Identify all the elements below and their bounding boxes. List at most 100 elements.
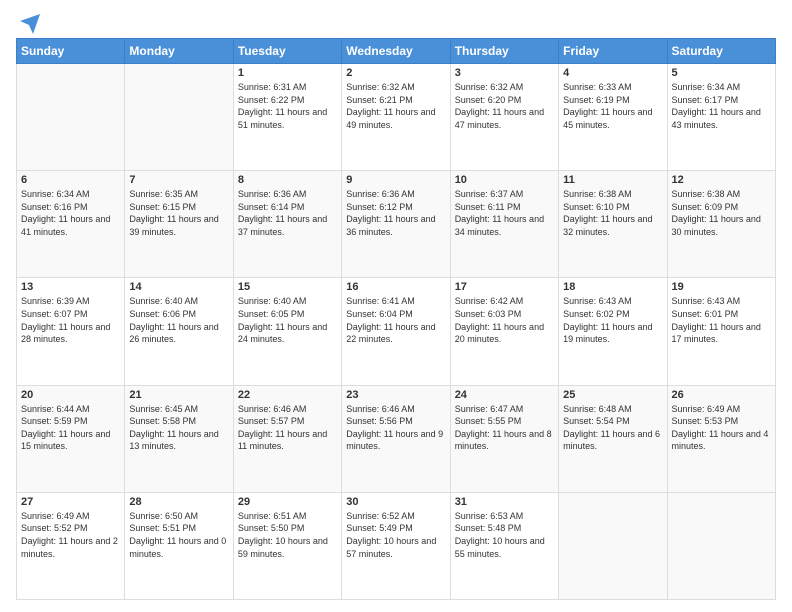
day-number: 5 <box>672 67 771 79</box>
day-info: Sunrise: 6:46 AMSunset: 5:57 PMDaylight:… <box>238 403 337 453</box>
day-info: Sunrise: 6:40 AMSunset: 6:06 PMDaylight:… <box>129 295 228 345</box>
page: SundayMondayTuesdayWednesdayThursdayFrid… <box>0 0 792 612</box>
day-info: Sunrise: 6:42 AMSunset: 6:03 PMDaylight:… <box>455 295 554 345</box>
day-info: Sunrise: 6:44 AMSunset: 5:59 PMDaylight:… <box>21 403 120 453</box>
calendar-day-cell <box>559 492 667 599</box>
calendar-day-cell <box>125 64 233 171</box>
day-number: 27 <box>21 496 120 508</box>
calendar-table: SundayMondayTuesdayWednesdayThursdayFrid… <box>16 38 776 600</box>
day-number: 21 <box>129 389 228 401</box>
day-info: Sunrise: 6:38 AMSunset: 6:10 PMDaylight:… <box>563 188 662 238</box>
weekday-header-monday: Monday <box>125 39 233 64</box>
calendar-day-cell: 17 Sunrise: 6:42 AMSunset: 6:03 PMDayligh… <box>450 278 558 385</box>
calendar-day-cell: 5 Sunrise: 6:34 AMSunset: 6:17 PMDaylight… <box>667 64 775 171</box>
day-number: 15 <box>238 281 337 293</box>
calendar-day-cell: 4 Sunrise: 6:33 AMSunset: 6:19 PMDaylight… <box>559 64 667 171</box>
calendar-day-cell: 18 Sunrise: 6:43 AMSunset: 6:02 PMDayligh… <box>559 278 667 385</box>
day-info: Sunrise: 6:32 AMSunset: 6:20 PMDaylight:… <box>455 81 554 131</box>
day-info: Sunrise: 6:50 AMSunset: 5:51 PMDaylight:… <box>129 510 228 560</box>
calendar-day-cell: 23Sunrise: 6:46 AMSunset: 5:56 PMDayligh… <box>342 385 450 492</box>
day-number: 10 <box>455 174 554 186</box>
day-number: 19 <box>672 281 771 293</box>
calendar-day-cell: 15 Sunrise: 6:40 AMSunset: 6:05 PMDayligh… <box>233 278 341 385</box>
calendar-day-cell: 19 Sunrise: 6:43 AMSunset: 6:01 PMDayligh… <box>667 278 775 385</box>
day-number: 17 <box>455 281 554 293</box>
day-info: Sunrise: 6:39 AMSunset: 6:07 PMDaylight:… <box>21 295 120 345</box>
calendar-day-cell: 30 Sunrise: 6:52 AMSunset: 5:49 PMDayligh… <box>342 492 450 599</box>
calendar-week-row: 20 Sunrise: 6:44 AMSunset: 5:59 PMDayligh… <box>17 385 776 492</box>
calendar-day-cell: 3 Sunrise: 6:32 AMSunset: 6:20 PMDaylight… <box>450 64 558 171</box>
weekday-header-saturday: Saturday <box>667 39 775 64</box>
day-info: Sunrise: 6:37 AMSunset: 6:11 PMDaylight:… <box>455 188 554 238</box>
day-info: Sunrise: 6:53 AMSunset: 5:48 PMDaylight:… <box>455 510 554 560</box>
header <box>16 12 776 32</box>
calendar-day-cell: 22 Sunrise: 6:46 AMSunset: 5:57 PMDayligh… <box>233 385 341 492</box>
day-info: Sunrise: 6:43 AMSunset: 6:02 PMDaylight:… <box>563 295 662 345</box>
day-number: 4 <box>563 67 662 79</box>
day-number: 22 <box>238 389 337 401</box>
calendar-day-cell: 8 Sunrise: 6:36 AMSunset: 6:14 PMDaylight… <box>233 171 341 278</box>
weekday-header-sunday: Sunday <box>17 39 125 64</box>
day-number: 30 <box>346 496 445 508</box>
logo <box>16 12 42 32</box>
day-info: Sunrise: 6:48 AMSunset: 5:54 PMDaylight:… <box>563 403 662 453</box>
calendar-day-cell: 20 Sunrise: 6:44 AMSunset: 5:59 PMDayligh… <box>17 385 125 492</box>
weekday-header-row: SundayMondayTuesdayWednesdayThursdayFrid… <box>17 39 776 64</box>
day-number: 13 <box>21 281 120 293</box>
day-info: Sunrise: 6:34 AMSunset: 6:16 PMDaylight:… <box>21 188 120 238</box>
calendar-day-cell: 24 Sunrise: 6:47 AMSunset: 5:55 PMDayligh… <box>450 385 558 492</box>
weekday-header-thursday: Thursday <box>450 39 558 64</box>
day-number: 18 <box>563 281 662 293</box>
calendar-day-cell: 12 Sunrise: 6:38 AMSunset: 6:09 PMDayligh… <box>667 171 775 278</box>
day-info: Sunrise: 6:38 AMSunset: 6:09 PMDaylight:… <box>672 188 771 238</box>
day-number: 6 <box>21 174 120 186</box>
calendar-week-row: 6 Sunrise: 6:34 AMSunset: 6:16 PMDaylight… <box>17 171 776 278</box>
day-info: Sunrise: 6:32 AMSunset: 6:21 PMDaylight:… <box>346 81 445 131</box>
day-number: 20 <box>21 389 120 401</box>
day-number: 24 <box>455 389 554 401</box>
day-info: Sunrise: 6:45 AMSunset: 5:58 PMDaylight:… <box>129 403 228 453</box>
day-info: Sunrise: 6:35 AMSunset: 6:15 PMDaylight:… <box>129 188 228 238</box>
calendar-day-cell: 29 Sunrise: 6:51 AMSunset: 5:50 PMDayligh… <box>233 492 341 599</box>
weekday-header-tuesday: Tuesday <box>233 39 341 64</box>
day-info: Sunrise: 6:33 AMSunset: 6:19 PMDaylight:… <box>563 81 662 131</box>
calendar-day-cell: 1 Sunrise: 6:31 AMSunset: 6:22 PMDaylight… <box>233 64 341 171</box>
calendar-day-cell: 21 Sunrise: 6:45 AMSunset: 5:58 PMDayligh… <box>125 385 233 492</box>
calendar-day-cell: 25 Sunrise: 6:48 AMSunset: 5:54 PMDayligh… <box>559 385 667 492</box>
day-info: Sunrise: 6:52 AMSunset: 5:49 PMDaylight:… <box>346 510 445 560</box>
calendar-week-row: 13 Sunrise: 6:39 AMSunset: 6:07 PMDayligh… <box>17 278 776 385</box>
day-info: Sunrise: 6:36 AMSunset: 6:14 PMDaylight:… <box>238 188 337 238</box>
day-info: Sunrise: 6:34 AMSunset: 6:17 PMDaylight:… <box>672 81 771 131</box>
calendar-day-cell: 27 Sunrise: 6:49 AMSunset: 5:52 PMDayligh… <box>17 492 125 599</box>
day-number: 12 <box>672 174 771 186</box>
calendar-day-cell: 13 Sunrise: 6:39 AMSunset: 6:07 PMDayligh… <box>17 278 125 385</box>
day-number: 3 <box>455 67 554 79</box>
calendar-day-cell: 28Sunrise: 6:50 AMSunset: 5:51 PMDayligh… <box>125 492 233 599</box>
day-number: 8 <box>238 174 337 186</box>
calendar-day-cell <box>667 492 775 599</box>
day-info: Sunrise: 6:41 AMSunset: 6:04 PMDaylight:… <box>346 295 445 345</box>
day-info: Sunrise: 6:49 AMSunset: 5:52 PMDaylight:… <box>21 510 120 560</box>
calendar-day-cell: 2 Sunrise: 6:32 AMSunset: 6:21 PMDaylight… <box>342 64 450 171</box>
day-info: Sunrise: 6:36 AMSunset: 6:12 PMDaylight:… <box>346 188 445 238</box>
day-number: 16 <box>346 281 445 293</box>
calendar-day-cell: 16 Sunrise: 6:41 AMSunset: 6:04 PMDayligh… <box>342 278 450 385</box>
day-number: 29 <box>238 496 337 508</box>
calendar-week-row: 1 Sunrise: 6:31 AMSunset: 6:22 PMDaylight… <box>17 64 776 171</box>
weekday-header-wednesday: Wednesday <box>342 39 450 64</box>
day-number: 7 <box>129 174 228 186</box>
day-info: Sunrise: 6:47 AMSunset: 5:55 PMDaylight:… <box>455 403 554 453</box>
day-info: Sunrise: 6:46 AMSunset: 5:56 PMDaylight:… <box>346 403 445 453</box>
calendar-day-cell: 6 Sunrise: 6:34 AMSunset: 6:16 PMDaylight… <box>17 171 125 278</box>
logo-bird-icon <box>18 12 42 36</box>
calendar-day-cell: 9Sunrise: 6:36 AMSunset: 6:12 PMDaylight… <box>342 171 450 278</box>
day-number: 25 <box>563 389 662 401</box>
calendar-day-cell: 14Sunrise: 6:40 AMSunset: 6:06 PMDayligh… <box>125 278 233 385</box>
day-info: Sunrise: 6:43 AMSunset: 6:01 PMDaylight:… <box>672 295 771 345</box>
day-number: 2 <box>346 67 445 79</box>
day-number: 1 <box>238 67 337 79</box>
day-info: Sunrise: 6:40 AMSunset: 6:05 PMDaylight:… <box>238 295 337 345</box>
day-info: Sunrise: 6:31 AMSunset: 6:22 PMDaylight:… <box>238 81 337 131</box>
day-info: Sunrise: 6:51 AMSunset: 5:50 PMDaylight:… <box>238 510 337 560</box>
calendar-day-cell: 11Sunrise: 6:38 AMSunset: 6:10 PMDayligh… <box>559 171 667 278</box>
